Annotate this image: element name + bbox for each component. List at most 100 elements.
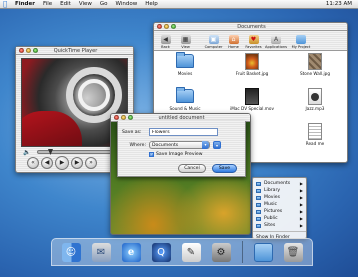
folder-icon — [296, 35, 306, 44]
toolbar-label: Computer — [204, 45, 223, 49]
window-title: QuickTime Player — [53, 47, 98, 54]
file-item-sound-music[interactable]: Sound & Music — [163, 87, 207, 111]
finder-icon[interactable]: ☺ — [61, 242, 81, 262]
toolbar-label: View — [181, 45, 190, 49]
image-document-icon — [305, 52, 325, 70]
computer-icon: ▣ — [208, 35, 219, 44]
audio-document-icon — [305, 87, 325, 105]
where-popup[interactable]: Documents ▾ — [149, 141, 210, 149]
menu-separator — [253, 231, 306, 232]
file-label: Read me — [305, 141, 325, 146]
expand-disclosure-button[interactable]: ▾ — [213, 141, 221, 149]
toolbar-label: Back — [161, 45, 170, 49]
dock-menu-label: Public — [264, 216, 278, 221]
save-preview-label: Save Image Preview — [156, 152, 203, 157]
back-arrow-icon: ◀ — [160, 35, 171, 44]
minimize-button[interactable] — [164, 24, 169, 29]
applications-icon: A — [271, 35, 281, 44]
file-item-read-me[interactable]: Read me — [293, 122, 337, 146]
dock-menu-item-sites[interactable]: Sites ▶ — [253, 222, 306, 229]
toolbar-applications-button[interactable]: A Applications — [265, 35, 287, 49]
minimize-button[interactable] — [121, 115, 126, 120]
toolbar-label: Home — [228, 45, 239, 49]
dock-menu-label: Sites — [264, 223, 276, 228]
dock-menu-item-public[interactable]: Public ▶ — [253, 215, 306, 222]
toolbar-home-button[interactable]: ⌂ Home — [225, 35, 242, 49]
toolbar-my-project-button[interactable]: My Project — [290, 35, 312, 49]
finder-titlebar[interactable]: Documents — [154, 23, 347, 31]
menu-file[interactable]: File — [43, 1, 52, 7]
menubar-clock[interactable]: 11:23 AM — [326, 1, 352, 7]
text-document-icon — [305, 122, 325, 140]
submenu-arrow-icon: ▶ — [299, 216, 303, 221]
minimize-button[interactable] — [26, 48, 31, 53]
dock-separator — [241, 241, 243, 263]
file-item-fruit-basket[interactable]: Fruit Basket.jpg — [230, 52, 274, 76]
step-back-button[interactable]: ◀ — [41, 157, 53, 169]
submenu-arrow-icon: ▶ — [299, 209, 303, 214]
menu-app-finder[interactable]: Finder — [15, 1, 35, 7]
folder-icon — [256, 195, 261, 200]
quicktime-titlebar[interactable]: QuickTime Player — [16, 47, 133, 55]
file-label: Sound & Music — [169, 106, 201, 111]
mail-icon[interactable]: ✉ — [91, 242, 111, 262]
toolbar-computer-button[interactable]: ▣ Computer — [205, 35, 222, 49]
dock-menu-label: Documents — [264, 181, 291, 186]
dock: ☺ ✉ e Q ✎ ⚙ 🗑 — [51, 238, 313, 266]
rewind-button[interactable]: « — [27, 157, 39, 169]
window-title: untitled document — [158, 114, 205, 121]
play-button[interactable]: ▶ — [55, 156, 69, 170]
internet-explorer-icon[interactable]: e — [121, 242, 141, 262]
toolbar-back-button[interactable]: ◀ Back — [157, 35, 174, 49]
file-item-stone-wall[interactable]: Stone Wall.jpg — [293, 52, 337, 76]
quicktime-icon[interactable]: Q — [151, 242, 171, 262]
submenu-arrow-icon: ▶ — [299, 223, 303, 228]
dock-menu-item-movies[interactable]: Movies ▶ — [253, 194, 306, 201]
toolbar-label: Applications — [265, 45, 287, 49]
save-as-input[interactable] — [149, 128, 218, 136]
menu-edit[interactable]: Edit — [60, 1, 71, 7]
file-label: Fruit Basket.jpg — [235, 71, 269, 76]
menu-help[interactable]: Help — [145, 1, 158, 7]
file-item-jazz-mp3[interactable]: Jazz.mp3 — [293, 87, 337, 111]
dock-menu-item-documents[interactable]: Documents ▶ — [253, 180, 306, 187]
close-button[interactable] — [114, 115, 119, 120]
step-forward-button[interactable]: ▶ — [71, 157, 83, 169]
close-button[interactable] — [19, 48, 24, 53]
file-item-imac-dv-special[interactable]: iMac DV Special.mov — [230, 87, 274, 111]
heart-icon: ♥ — [248, 35, 259, 44]
file-label: iMac DV Special.mov — [230, 106, 274, 111]
menu-window[interactable]: Window — [116, 1, 138, 7]
where-label: Where: — [129, 142, 146, 148]
submenu-arrow-icon: ▶ — [299, 181, 303, 186]
documents-folder-icon[interactable] — [253, 242, 273, 262]
textedit-icon[interactable]: ✎ — [181, 242, 201, 262]
home-icon: ⌂ — [228, 35, 239, 44]
save-preview-checkbox[interactable]: ✓ — [149, 152, 154, 157]
playhead-handle[interactable] — [48, 149, 53, 155]
dock-menu-item-library[interactable]: Library ▶ — [253, 187, 306, 194]
folder-icon — [256, 181, 261, 186]
menu-view[interactable]: View — [79, 1, 92, 7]
save-button[interactable]: Save — [212, 164, 237, 173]
dock-menu-item-music[interactable]: Music ▶ — [253, 201, 306, 208]
toolbar-view-button[interactable]: ▦ View — [177, 35, 194, 49]
toolbar-label: My Project — [291, 45, 311, 49]
dock-menu-item-pictures[interactable]: Pictures ▶ — [253, 208, 306, 215]
close-button[interactable] — [157, 24, 162, 29]
toolbar-favorites-button[interactable]: ♥ Favorites — [245, 35, 262, 49]
file-item-movies[interactable]: Movies — [163, 52, 207, 76]
fast-forward-button[interactable]: » — [85, 157, 97, 169]
apple-menu-icon[interactable]:  — [3, 0, 10, 8]
where-popup-value: Documents — [152, 142, 179, 148]
menu-bar:  Finder File Edit View Go Window Help 1… — [0, 0, 358, 9]
image-document-icon — [242, 52, 262, 70]
menu-go[interactable]: Go — [100, 1, 108, 7]
volume-icon[interactable]: 🔈 — [23, 149, 30, 156]
trash-icon[interactable]: 🗑 — [283, 242, 303, 262]
system-preferences-icon[interactable]: ⚙ — [211, 242, 231, 262]
cancel-button[interactable]: Cancel — [178, 164, 206, 173]
file-label: Movies — [177, 71, 193, 76]
save-as-label: Save as: — [122, 129, 142, 135]
file-label: Stone Wall.jpg — [300, 71, 330, 76]
